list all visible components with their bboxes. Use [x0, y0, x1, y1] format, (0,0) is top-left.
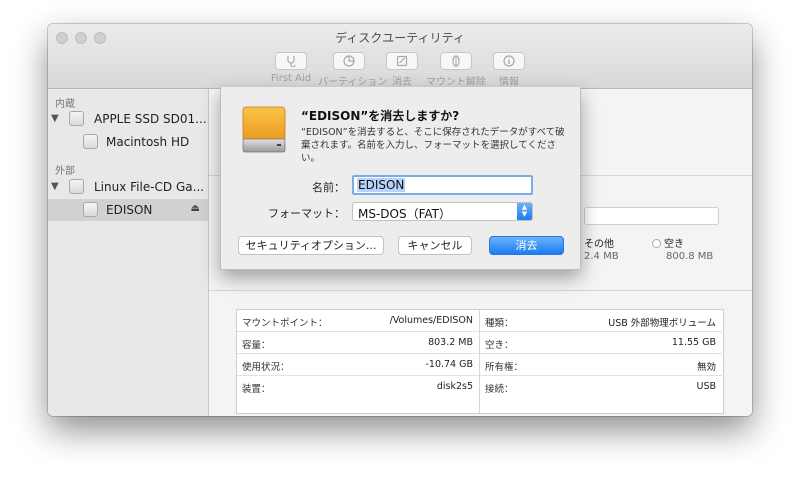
erase-confirm-button[interactable]: 消去	[489, 236, 564, 255]
unmount-label: マウント解除	[426, 77, 486, 88]
legend-free: 空き	[652, 235, 684, 250]
name-input[interactable]: EDISON	[352, 175, 533, 195]
info-value: disk2s5	[436, 381, 473, 392]
pie-partition-icon	[333, 52, 365, 70]
dialog-message: “EDISON”を消去すると、そこに保存されたデータがすべて破棄されます。名前を…	[301, 127, 565, 164]
info-row: 容量： 803.2 MB	[237, 332, 479, 354]
info-row: 所有権： 無効	[480, 354, 722, 376]
legend-other-label: その他	[584, 239, 614, 250]
window-title: ディスクユーティリティ	[335, 31, 465, 45]
sidebar-item-macintosh-hd[interactable]: Macintosh HD	[48, 131, 208, 153]
title-bar: ディスクユーティリティ First Aid パーティション 消去 マウント解除	[48, 24, 752, 89]
format-select[interactable]: MS-DOS（FAT） ▲ ▼	[352, 202, 533, 221]
volume-disk-icon	[83, 134, 98, 149]
info-key: 種類：	[485, 318, 514, 329]
external-section-header: 外部	[55, 166, 75, 177]
info-value: USB	[696, 381, 716, 392]
erase-label: 消去	[392, 77, 412, 88]
usage-bar	[584, 207, 719, 225]
info-row: マウントポイント： /Volumes/EDISON	[237, 310, 479, 332]
sidebar: 内蔵 ▼ APPLE SSD SD01... Macintosh HD 外部 ▼…	[48, 89, 209, 416]
sidebar-item-label: Macintosh HD	[106, 135, 190, 149]
first-aid-label: First Aid	[270, 73, 312, 84]
info-key: マウントポイント：	[242, 318, 328, 329]
info-key: 装置：	[242, 384, 271, 395]
info-value: /Volumes/EDISON	[389, 315, 473, 326]
erase-icon	[386, 52, 418, 70]
info-row: 使用状況： -10.74 GB	[237, 354, 479, 376]
legend-free-label: 空き	[664, 239, 684, 250]
divider	[209, 290, 752, 291]
format-label: フォーマット：	[268, 207, 345, 220]
sidebar-item-label: EDISON	[106, 203, 153, 217]
info-key: 使用状況：	[242, 362, 290, 373]
sidebar-item-label: APPLE SSD SD01...	[94, 112, 207, 126]
dialog-title: “EDISON”を消去しますか?	[301, 109, 460, 123]
erase-dialog-sheet: “EDISON”を消去しますか? “EDISON”を消去すると、そこに保存された…	[220, 87, 581, 270]
info-key: 容量：	[242, 340, 271, 351]
free-dot-icon	[652, 239, 661, 248]
info-row: 装置： disk2s5	[237, 376, 479, 398]
info-value: -10.74 GB	[425, 359, 473, 370]
info-value: 803.2 MB	[428, 337, 473, 348]
legend-free-value: 800.8 MB	[666, 251, 714, 262]
volume-disk-icon	[83, 202, 98, 217]
legend-other-value: 2.4 MB	[584, 251, 619, 262]
info-row: 空き： 11.55 GB	[480, 332, 722, 354]
info-value: USB 外部物理ボリューム	[608, 318, 716, 329]
partition-button[interactable]: パーティション	[318, 52, 388, 88]
eject-icon[interactable]: ⏏	[191, 203, 200, 214]
sidebar-item-apple-ssd[interactable]: APPLE SSD SD01...	[48, 108, 208, 130]
info-row: 種類： USB 外部物理ボリューム	[480, 310, 722, 332]
external-disk-icon	[69, 179, 84, 194]
sidebar-item-edison[interactable]: EDISON ⏏	[48, 199, 208, 221]
stethoscope-icon	[275, 52, 307, 70]
internal-disk-icon	[69, 111, 84, 126]
partition-label: パーティション	[318, 77, 388, 88]
sidebar-item-label: Linux File-CD Ga...	[94, 180, 205, 194]
info-row: 接続： USB	[480, 376, 722, 398]
unmount-icon	[440, 52, 472, 70]
chevron-updown-icon: ▲ ▼	[517, 203, 532, 220]
info-table: マウントポイント： /Volumes/EDISON 容量： 803.2 MB 使…	[236, 309, 724, 414]
sidebar-item-linux-file-cd[interactable]: Linux File-CD Ga...	[48, 176, 208, 198]
first-aid-button[interactable]: First Aid	[270, 52, 312, 84]
external-drive-icon	[242, 106, 286, 153]
cancel-button[interactable]: キャンセル	[398, 236, 472, 255]
info-value: 無効	[696, 362, 716, 373]
name-label: 名前：	[312, 181, 345, 194]
name-input-value: EDISON	[357, 178, 406, 192]
info-icon	[493, 52, 525, 70]
info-value: 11.55 GB	[671, 337, 716, 348]
legend-other: その他	[584, 235, 614, 250]
info-key: 接続：	[485, 384, 514, 395]
security-options-button[interactable]: セキュリティオプション...	[238, 236, 384, 255]
erase-toolbar-button[interactable]: 消去	[385, 52, 419, 88]
format-selected-value: MS-DOS（FAT）	[358, 207, 452, 221]
unmount-button[interactable]: マウント解除	[424, 52, 488, 88]
info-key: 空き：	[485, 340, 514, 351]
info-button[interactable]: 情報	[492, 52, 526, 88]
info-label: 情報	[499, 77, 519, 88]
info-key: 所有権：	[485, 362, 524, 373]
